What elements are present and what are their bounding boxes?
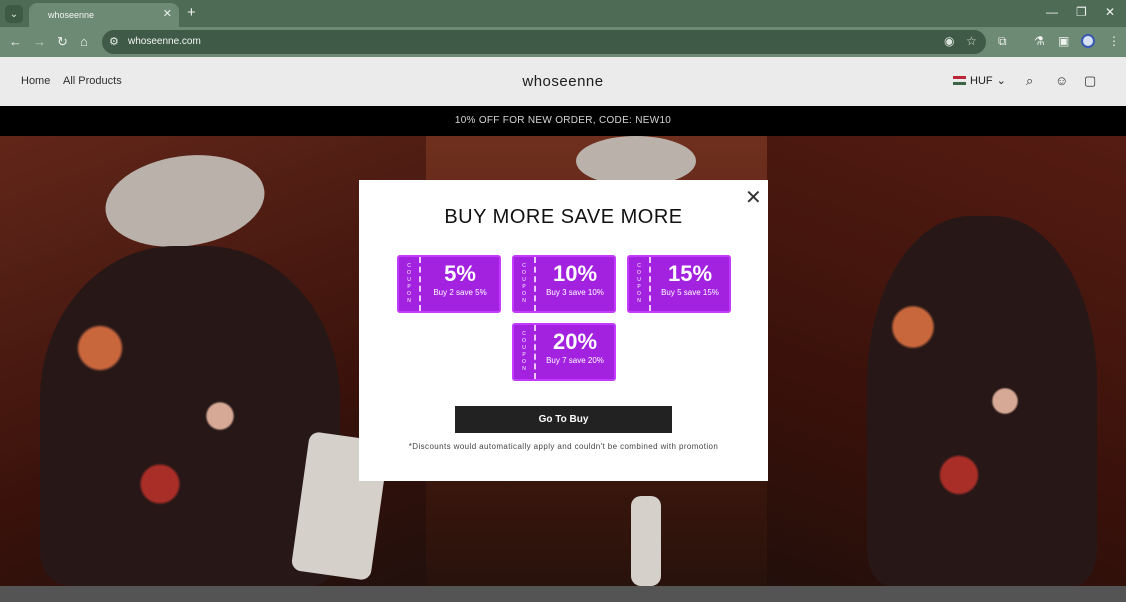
- promo-modal: ✕ BUY MORE SAVE MORE COUPON 5% Buy 2 sav…: [359, 180, 768, 481]
- new-tab-icon[interactable]: +: [187, 4, 196, 22]
- coupon-20[interactable]: COUPON 20% Buy 7 save 20%: [512, 323, 616, 381]
- labs-icon[interactable]: ⚗: [1034, 34, 1045, 48]
- coupon-percent: 15%: [667, 261, 713, 286]
- close-icon[interactable]: ✕: [745, 188, 762, 208]
- modal-title: BUY MORE SAVE MORE: [444, 206, 683, 228]
- coupon-10[interactable]: COUPON 10% Buy 3 save 10%: [512, 255, 616, 313]
- url-text[interactable]: whoseenne.com: [128, 36, 201, 47]
- home-icon[interactable]: ⌂: [80, 34, 88, 49]
- coupon-side-label: COUPON: [514, 257, 536, 311]
- coupon-percent: 5%: [444, 261, 476, 286]
- address-bar[interactable]: ⚙ whoseenne.com ◉ ☆: [102, 30, 986, 54]
- coupon-percent: 20%: [552, 329, 598, 354]
- forward-icon[interactable]: →: [33, 34, 46, 49]
- menu-icon[interactable]: ⋮: [1108, 34, 1120, 48]
- coupon-percent: 10%: [552, 261, 598, 286]
- site-info-icon[interactable]: ⚙: [109, 35, 119, 48]
- tab-list-icon[interactable]: ⌄: [5, 5, 23, 23]
- coupon-15[interactable]: COUPON 15% Buy 5 save 15%: [627, 255, 731, 313]
- close-tab-icon[interactable]: ✕: [163, 7, 172, 21]
- reload-icon[interactable]: ↻: [57, 34, 68, 49]
- coupon-description: Buy 2 save 5%: [433, 288, 487, 297]
- restore-icon[interactable]: ❐: [1076, 5, 1087, 19]
- close-window-icon[interactable]: ✕: [1105, 5, 1115, 19]
- minimize-icon[interactable]: —: [1046, 5, 1058, 19]
- go-to-buy-button[interactable]: Go To Buy: [455, 406, 672, 433]
- side-panel-icon[interactable]: ▣: [1058, 34, 1069, 48]
- coupon-description: Buy 5 save 15%: [661, 288, 719, 297]
- coupon-description: Buy 3 save 10%: [546, 288, 604, 297]
- bookmark-star-icon[interactable]: ☆: [966, 34, 977, 48]
- discount-disclaimer: *Discounts would automatically apply and…: [408, 442, 719, 451]
- coupon-side-label: COUPON: [514, 325, 536, 379]
- back-icon[interactable]: ←: [9, 34, 22, 49]
- browser-toolbar: ← → ↻ ⌂ ⚙ whoseenne.com ◉ ☆ ⧉ ⚗ ▣ ⋮: [0, 27, 1126, 57]
- tab-title: whoseenne: [48, 10, 95, 20]
- browser-tab[interactable]: whoseenne ✕: [29, 3, 179, 27]
- profile-icon[interactable]: [1081, 34, 1095, 48]
- browser-tab-bar: ⌄ whoseenne ✕ + — ❐ ✕: [0, 0, 1126, 27]
- coupon-5[interactable]: COUPON 5% Buy 2 save 5%: [397, 255, 501, 313]
- extensions-icon[interactable]: ⧉: [998, 34, 1007, 48]
- coupon-side-label: COUPON: [629, 257, 651, 311]
- eye-slash-icon[interactable]: ◉: [944, 34, 954, 48]
- coupon-description: Buy 7 save 20%: [546, 356, 604, 365]
- coupon-side-label: COUPON: [399, 257, 421, 311]
